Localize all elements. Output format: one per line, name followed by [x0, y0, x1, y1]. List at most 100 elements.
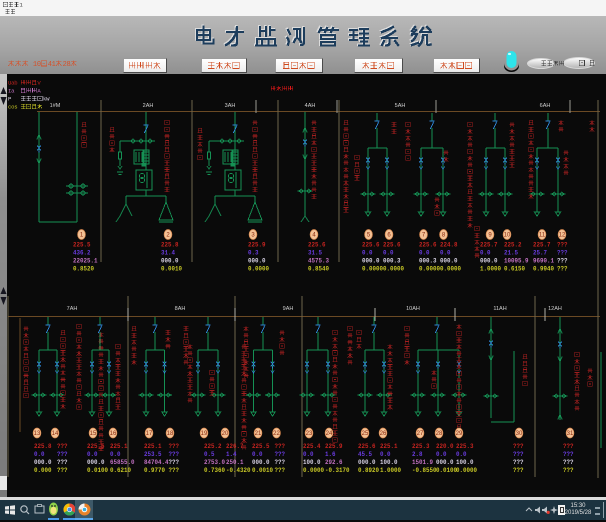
svg-text:0.0: 0.0	[380, 451, 391, 459]
svg-text:0.0010: 0.0010	[252, 467, 273, 475]
svg-text:b: b	[14, 80, 17, 87]
svg-text:84704.4: 84704.4	[144, 459, 169, 467]
svg-text:???: ???	[557, 257, 568, 265]
svg-text:-0.8550: -0.8550	[412, 467, 437, 475]
svg-text:???: ???	[57, 459, 68, 467]
svg-text:1.0000: 1.0000	[480, 266, 501, 274]
svg-text:0.0: 0.0	[303, 451, 314, 459]
svg-text:22025.1: 22025.1	[73, 257, 98, 265]
svg-text:11: 11	[539, 233, 546, 239]
svg-text:25: 25	[362, 431, 369, 437]
svg-text:0.0: 0.0	[110, 451, 121, 459]
svg-text:2753.0: 2753.0	[204, 459, 225, 467]
svg-text:1: 1	[52, 61, 56, 69]
svg-text:???: ???	[513, 443, 524, 451]
svg-text:1.0000: 1.0000	[380, 467, 401, 475]
svg-text:???: ???	[57, 443, 68, 451]
svg-text:225.3: 225.3	[412, 443, 430, 451]
svg-text:17: 17	[146, 431, 153, 437]
svg-text:12: 12	[559, 233, 566, 239]
svg-text:000.0: 000.0	[248, 257, 266, 265]
svg-text:0.0000: 0.0000	[440, 266, 461, 274]
svg-text:0.0100: 0.0100	[87, 467, 108, 475]
svg-text:2.8: 2.8	[412, 451, 423, 459]
svg-text:14: 14	[52, 431, 59, 437]
svg-text:225.2: 225.2	[204, 443, 222, 451]
svg-text:30: 30	[516, 431, 523, 437]
svg-text:225.6: 225.6	[308, 242, 326, 250]
svg-text:225.6: 225.6	[383, 242, 401, 250]
svg-text:2AH: 2AH	[143, 103, 154, 109]
svg-text:V: V	[37, 80, 41, 87]
svg-text:???: ???	[557, 249, 568, 257]
svg-text:225.8: 225.8	[161, 242, 179, 250]
svg-text:000.0: 000.0	[34, 459, 52, 467]
svg-text:31.5: 31.5	[308, 249, 322, 257]
svg-text:0.0: 0.0	[252, 451, 263, 459]
svg-text:000.0: 000.0	[362, 257, 380, 265]
svg-text:225.8: 225.8	[34, 443, 52, 451]
svg-text:21: 21	[255, 431, 262, 437]
svg-text:s: s	[14, 104, 17, 111]
svg-text:P: P	[8, 96, 12, 103]
svg-text:1.4: 1.4	[226, 451, 237, 459]
svg-text:000.0: 000.0	[436, 459, 454, 467]
svg-text:23: 23	[306, 431, 313, 437]
svg-text:4AH: 4AH	[305, 103, 316, 109]
svg-text:225.3: 225.3	[456, 443, 474, 451]
svg-text:0.000: 0.000	[34, 467, 52, 475]
svg-text:0.6210: 0.6210	[110, 467, 131, 475]
svg-text:25.7: 25.7	[533, 249, 547, 257]
svg-text:A: A	[37, 88, 41, 95]
svg-text:0.0: 0.0	[383, 249, 394, 257]
svg-text:225.9: 225.9	[325, 443, 343, 451]
svg-text:15: 15	[90, 431, 97, 437]
svg-text:26: 26	[380, 431, 387, 437]
svg-text:292.6: 292.6	[325, 459, 343, 467]
svg-text:0.0: 0.0	[34, 451, 45, 459]
svg-text:224.8: 224.8	[440, 242, 458, 250]
svg-text:100.0: 100.0	[380, 459, 398, 467]
svg-text:0.0: 0.0	[456, 451, 467, 459]
svg-text:0.8540: 0.8540	[308, 266, 329, 274]
svg-text:0.6150: 0.6150	[504, 266, 525, 274]
svg-text:???: ???	[513, 459, 524, 467]
svg-text:5AH: 5AH	[395, 103, 406, 109]
svg-text:19: 19	[201, 431, 208, 437]
svg-text:0.0000: 0.0000	[303, 467, 324, 475]
svg-text:225.6: 225.6	[419, 242, 437, 250]
svg-text:45.5: 45.5	[358, 451, 372, 459]
svg-text:9AH: 9AH	[283, 306, 294, 312]
svg-text:18: 18	[167, 431, 174, 437]
svg-text:0.8920: 0.8920	[358, 467, 379, 475]
svg-text:???: ???	[563, 459, 574, 467]
svg-text:225.5: 225.5	[87, 443, 105, 451]
svg-text:000.0: 000.0	[440, 257, 458, 265]
svg-text:000.0: 000.0	[161, 257, 179, 265]
svg-text:6AH: 6AH	[540, 103, 551, 109]
svg-text:0.0000: 0.0000	[362, 266, 383, 274]
svg-text:10AH: 10AH	[406, 306, 420, 312]
svg-text:65855.0: 65855.0	[110, 459, 135, 467]
svg-text:8AH: 8AH	[175, 306, 186, 312]
svg-text:253.5: 253.5	[144, 451, 162, 459]
svg-text:???: ???	[557, 266, 568, 274]
svg-text:0.7360: 0.7360	[204, 467, 225, 475]
svg-text:225.5: 225.5	[252, 443, 270, 451]
svg-text:225.1: 225.1	[380, 443, 398, 451]
svg-text:12AH: 12AH	[548, 306, 562, 312]
svg-text:???: ???	[563, 451, 574, 459]
svg-text:10: 10	[504, 233, 511, 239]
svg-text:???: ???	[513, 451, 524, 459]
svg-text:0.0: 0.0	[480, 249, 491, 257]
svg-text:0.3: 0.3	[248, 249, 259, 257]
svg-text:W: W	[46, 96, 50, 103]
svg-text:0.0: 0.0	[436, 451, 447, 459]
svg-text:20: 20	[222, 431, 229, 437]
svg-text:22: 22	[273, 431, 280, 437]
svg-text:9690.1: 9690.1	[533, 257, 554, 265]
svg-text:28: 28	[436, 431, 443, 437]
svg-text:0.0010: 0.0010	[161, 266, 182, 274]
svg-text:31.4: 31.4	[161, 249, 175, 257]
svg-text:220.0: 220.0	[436, 443, 454, 451]
